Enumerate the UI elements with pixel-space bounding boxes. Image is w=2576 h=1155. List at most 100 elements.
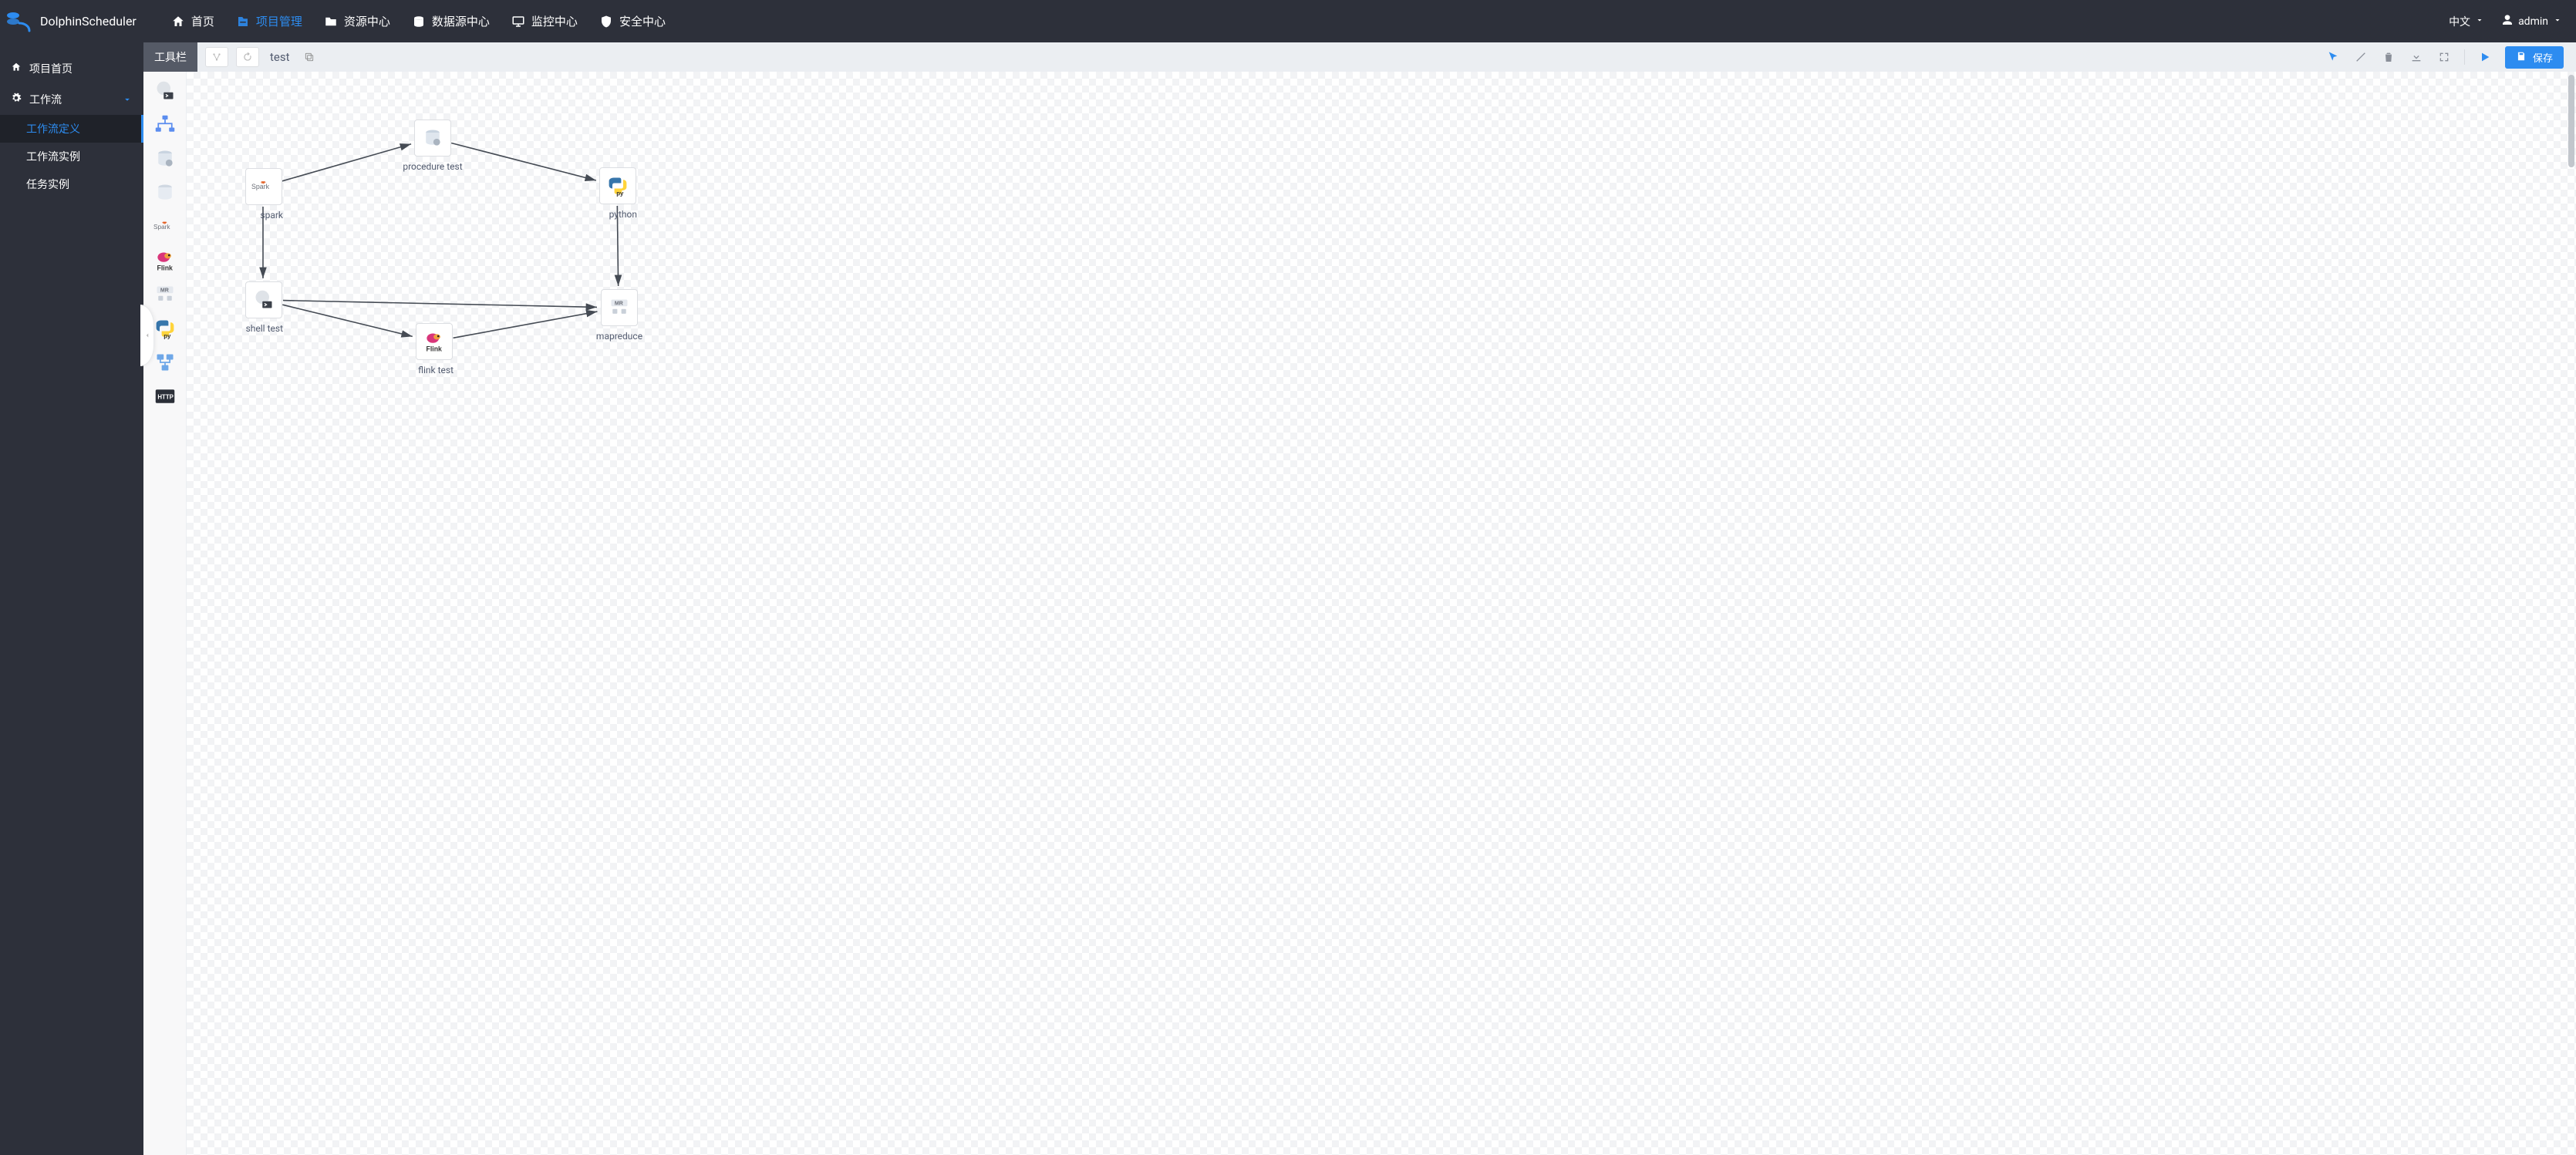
svg-text:py: py	[616, 190, 624, 197]
shell-task-icon	[245, 281, 282, 318]
dag-node-spark[interactable]: Spark spark	[244, 168, 283, 221]
nav-security[interactable]: 安全中心	[599, 13, 666, 29]
sidebar-item-label: 项目首页	[29, 61, 72, 76]
nav-monitor[interactable]: 监控中心	[511, 13, 578, 29]
svg-text:MR: MR	[615, 301, 623, 307]
sidebar-item-workflow-definition[interactable]: 工作流定义	[0, 115, 143, 143]
save-icon	[2516, 51, 2527, 64]
logo-icon	[6, 11, 32, 32]
nav-datasource[interactable]: 数据源中心	[412, 13, 490, 29]
flink-task-icon[interactable]: Flink	[153, 249, 177, 272]
procedure-task-icon[interactable]	[153, 147, 177, 170]
delete-tool[interactable]	[2381, 49, 2396, 65]
user-icon	[2501, 14, 2514, 29]
dag-node-mapreduce[interactable]: MRmapreduce	[600, 289, 639, 342]
dag-node-label: procedure test	[403, 161, 462, 172]
python-task-icon: py	[599, 167, 636, 204]
spark-task-icon[interactable]: Spark	[153, 215, 177, 238]
sidebar-item-task-instance[interactable]: 任务实例	[0, 170, 143, 198]
dag-edge[interactable]	[451, 143, 596, 180]
nav-security-label: 安全中心	[619, 13, 666, 29]
user-name: admin	[2518, 15, 2548, 28]
svg-text:Flink: Flink	[427, 345, 443, 352]
sidebar-item-label: 任务实例	[26, 179, 69, 191]
edge-layer	[187, 72, 2576, 1155]
mr-task-icon: MR	[601, 289, 638, 326]
dag-node-shell_test[interactable]: shell test	[244, 281, 283, 335]
task-palette: Spark Flink MR py HTTP	[143, 72, 187, 1155]
sidebar: 项目首页 工作流 工作流定义 工作流实例 任务实例	[0, 42, 143, 1155]
shield-icon	[599, 15, 613, 29]
user-menu[interactable]: admin	[2501, 14, 2562, 29]
svg-text:py: py	[164, 332, 171, 339]
language-label: 中文	[2449, 14, 2470, 29]
http-task-icon[interactable]: HTTP	[153, 385, 177, 408]
brand[interactable]: DolphinScheduler	[6, 11, 137, 32]
workflow-name: test	[270, 50, 290, 64]
topnav-right: 中文 admin	[2449, 14, 2562, 29]
project-icon	[236, 15, 250, 29]
svg-text:HTTP: HTTP	[157, 394, 174, 401]
save-button[interactable]: 保存	[2505, 46, 2564, 69]
python-task-icon[interactable]: py	[153, 317, 177, 340]
sidebar-item-label: 工作流	[29, 92, 62, 107]
nav-project[interactable]: 项目管理	[236, 13, 302, 29]
download-tool[interactable]	[2409, 49, 2424, 65]
svg-text:MR: MR	[160, 288, 168, 294]
chevron-down-icon	[2553, 15, 2562, 28]
toolbar: 工具栏 test 保存	[143, 42, 2576, 72]
dependent-task-icon[interactable]	[153, 351, 177, 374]
nav-datasource-label: 数据源中心	[432, 13, 490, 29]
sidebar-item-workflow[interactable]: 工作流	[0, 84, 143, 115]
main: 工具栏 test 保存	[143, 42, 2576, 1155]
spark-task-icon: Spark	[245, 168, 282, 205]
nav-items: 首页 项目管理 资源中心 数据源中心 监控中心 安全中心	[171, 13, 666, 29]
refresh-button[interactable]	[236, 47, 259, 67]
svg-text:Spark: Spark	[251, 183, 270, 190]
dag-canvas[interactable]: Spark spark procedure test pypython shell te…	[187, 72, 2576, 1155]
view-dag-button[interactable]	[205, 47, 228, 67]
sql-task-icon[interactable]	[153, 181, 177, 204]
dag-edge[interactable]	[282, 144, 411, 181]
dag-node-label: flink test	[418, 365, 453, 375]
sidebar-item-label: 工作流定义	[26, 123, 80, 136]
nav-home-label: 首页	[191, 13, 214, 29]
nav-project-label: 项目管理	[256, 13, 302, 29]
run-tool[interactable]	[2477, 49, 2493, 65]
nav-monitor-label: 监控中心	[531, 13, 578, 29]
language-switcher[interactable]: 中文	[2449, 14, 2484, 29]
folder-icon	[324, 15, 338, 29]
nav-resource-label: 资源中心	[344, 13, 390, 29]
flink-task-icon: Flink	[416, 323, 453, 360]
fullscreen-tool[interactable]	[2436, 49, 2452, 65]
toolbar-label: 工具栏	[143, 42, 197, 72]
database-icon	[412, 15, 426, 29]
copy-name-button[interactable]	[304, 52, 315, 62]
pointer-tool[interactable]	[2325, 49, 2341, 65]
svg-text:Spark: Spark	[153, 224, 170, 231]
gear-icon	[11, 93, 22, 106]
dag-edge[interactable]	[282, 305, 413, 336]
canvas-scrollbar[interactable]	[2568, 75, 2574, 167]
sidebar-item-project-home[interactable]: 项目首页	[0, 53, 143, 84]
dag-node-procedure_test[interactable]: procedure test	[413, 120, 452, 173]
dag-node-flink_test[interactable]: Flink flink test	[415, 323, 453, 376]
home-icon	[171, 15, 185, 29]
dag-edge[interactable]	[453, 311, 598, 338]
chevron-down-icon	[122, 94, 133, 105]
svg-text:Flink: Flink	[157, 264, 173, 271]
subprocess-task-icon[interactable]	[153, 113, 177, 136]
dag-node-label: spark	[260, 210, 283, 221]
home-small-icon	[11, 62, 22, 76]
save-button-label: 保存	[2533, 50, 2553, 65]
nav-resource[interactable]: 资源中心	[324, 13, 390, 29]
line-tool[interactable]	[2353, 49, 2369, 65]
sidebar-item-workflow-instance[interactable]: 工作流实例	[0, 143, 143, 170]
chevron-down-icon	[2475, 15, 2484, 28]
shell-task-icon[interactable]	[153, 79, 177, 103]
nav-home[interactable]: 首页	[171, 13, 214, 29]
dag-edge[interactable]	[283, 301, 597, 308]
top-navigation: DolphinScheduler 首页 项目管理 资源中心 数据源中心 监控中心…	[0, 0, 2576, 42]
dag-node-python[interactable]: pypython	[598, 167, 637, 221]
mr-task-icon[interactable]: MR	[153, 283, 177, 306]
